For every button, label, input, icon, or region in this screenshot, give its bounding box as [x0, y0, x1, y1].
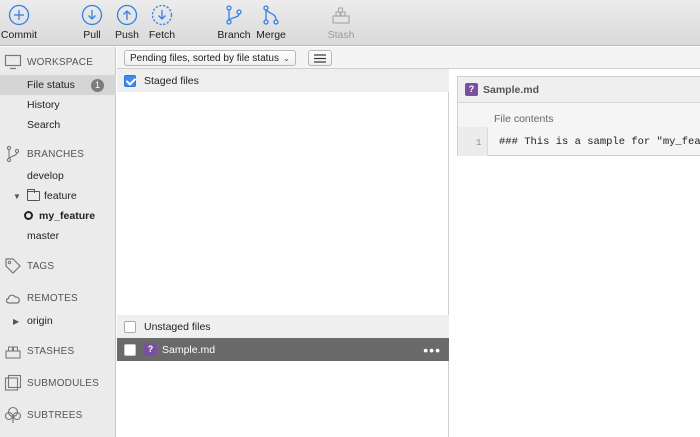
fetch-button[interactable]: Fetch — [137, 4, 187, 41]
sidebar: WORKSPACE File status 1 History Search B… — [0, 47, 116, 437]
stashes-section[interactable]: STASHES — [0, 342, 116, 360]
fetch-icon — [151, 4, 173, 26]
sidebar-item-file-status[interactable]: File status 1 — [0, 75, 116, 95]
sidebar-item-master[interactable]: master — [0, 226, 116, 246]
view-mode-button[interactable] — [308, 50, 332, 66]
untracked-file-icon: ? — [465, 83, 478, 96]
code-line: ### This is a sample for "my_feature" — [499, 136, 700, 148]
file-list-area: Staged files Unstaged files ? Sample.md … — [117, 69, 449, 437]
sidebar-item-origin[interactable]: ▶ origin — [0, 311, 116, 331]
subtrees-header: SUBTREES — [27, 409, 83, 421]
sidebar-item-label: Search — [27, 119, 61, 131]
sidebar-item-label: origin — [27, 315, 53, 327]
sidebar-item-label: History — [27, 99, 60, 111]
sidebar-item-label: develop — [27, 170, 64, 182]
staged-select-all-checkbox[interactable] — [124, 74, 136, 87]
unstaged-select-all-checkbox[interactable] — [124, 320, 136, 333]
current-branch-icon — [24, 211, 33, 220]
file-contents-label: File contents — [494, 113, 554, 125]
toolbar: Commit Pull Push Fetch Branch Merge Stas… — [0, 0, 700, 46]
fetch-label: Fetch — [148, 29, 176, 41]
branches-section[interactable]: BRANCHES — [0, 145, 116, 163]
disclosure-right-icon[interactable]: ▶ — [13, 317, 19, 326]
sidebar-item-label: File status — [27, 79, 75, 91]
more-options-icon[interactable]: ••• — [423, 343, 441, 357]
sidebar-item-label: master — [27, 230, 60, 242]
filter-bar: Pending files, sorted by file status ⌄ — [117, 47, 700, 69]
stash-label: Stash — [327, 29, 355, 41]
monitor-icon — [4, 54, 22, 70]
sidebar-item-history[interactable]: History — [0, 95, 116, 115]
untracked-file-icon: ? — [144, 343, 157, 356]
stash-icon — [332, 7, 350, 24]
tree-icon — [4, 406, 22, 423]
staged-files-title: Staged files — [144, 74, 199, 87]
submodules-header: SUBMODULES — [27, 377, 100, 389]
tag-icon — [5, 258, 21, 274]
branch-icon — [6, 145, 20, 163]
arrow-down-circle-icon — [81, 4, 103, 26]
file-viewer-header[interactable]: ? Sample.md — [458, 77, 700, 103]
plus-circle-icon — [8, 4, 30, 26]
stash-button[interactable]: Stash — [316, 4, 366, 41]
stash-icon — [5, 346, 21, 359]
file-filter-value: Pending files, sorted by file status — [130, 52, 279, 64]
tags-section[interactable]: TAGS — [0, 257, 116, 275]
workspace-header: WORKSPACE — [27, 56, 94, 68]
sidebar-item-develop[interactable]: develop — [0, 166, 116, 186]
staged-files-header[interactable]: Staged files — [117, 69, 449, 92]
file-viewer: ? Sample.md File contents 1 ### This is … — [457, 76, 700, 156]
merge-button[interactable]: Merge — [246, 4, 296, 41]
submodules-section[interactable]: SUBMODULES — [0, 374, 116, 392]
sidebar-item-my-feature[interactable]: my_feature — [0, 206, 116, 226]
sidebar-item-label: my_feature — [39, 210, 96, 222]
commit-button[interactable]: Commit — [0, 4, 44, 41]
file-filter-dropdown[interactable]: Pending files, sorted by file status ⌄ — [124, 50, 296, 66]
commit-label: Commit — [0, 29, 38, 41]
remotes-header: REMOTES — [27, 292, 78, 304]
chevron-down-icon: ⌄ — [282, 53, 290, 63]
viewer-file-name: Sample.md — [483, 83, 540, 96]
folder-icon — [27, 189, 40, 201]
line-number: 1 — [476, 138, 482, 148]
merge-label: Merge — [256, 29, 286, 41]
tags-header: TAGS — [27, 260, 55, 272]
file-status-count-badge: 1 — [91, 78, 104, 92]
subtrees-section[interactable]: SUBTREES — [0, 406, 116, 424]
sidebar-item-feature-folder[interactable]: ▼ feature — [0, 186, 116, 206]
remotes-section[interactable]: REMOTES — [0, 289, 116, 307]
sidebar-item-search[interactable]: Search — [0, 115, 116, 135]
branches-header: BRANCHES — [27, 148, 85, 160]
stashes-header: STASHES — [27, 345, 75, 357]
list-icon — [314, 53, 326, 63]
diff-pane: ? Sample.md File contents 1 ### This is … — [450, 69, 700, 437]
arrow-up-circle-icon — [116, 4, 138, 26]
disclosure-down-icon[interactable]: ▼ — [13, 192, 21, 201]
submodules-icon — [4, 374, 22, 391]
cloud-icon — [5, 294, 20, 304]
unstaged-file-row[interactable]: ? Sample.md ••• — [117, 338, 449, 361]
unstaged-files-header[interactable]: Unstaged files — [117, 315, 449, 338]
merge-icon — [263, 5, 279, 25]
unstaged-files-title: Unstaged files — [144, 320, 211, 333]
file-name: Sample.md — [162, 343, 216, 356]
workspace-section[interactable]: WORKSPACE — [0, 53, 116, 71]
sidebar-item-label: feature — [44, 190, 77, 202]
branch-icon — [226, 5, 242, 25]
file-stage-checkbox[interactable] — [124, 343, 136, 356]
line-gutter — [458, 127, 488, 156]
